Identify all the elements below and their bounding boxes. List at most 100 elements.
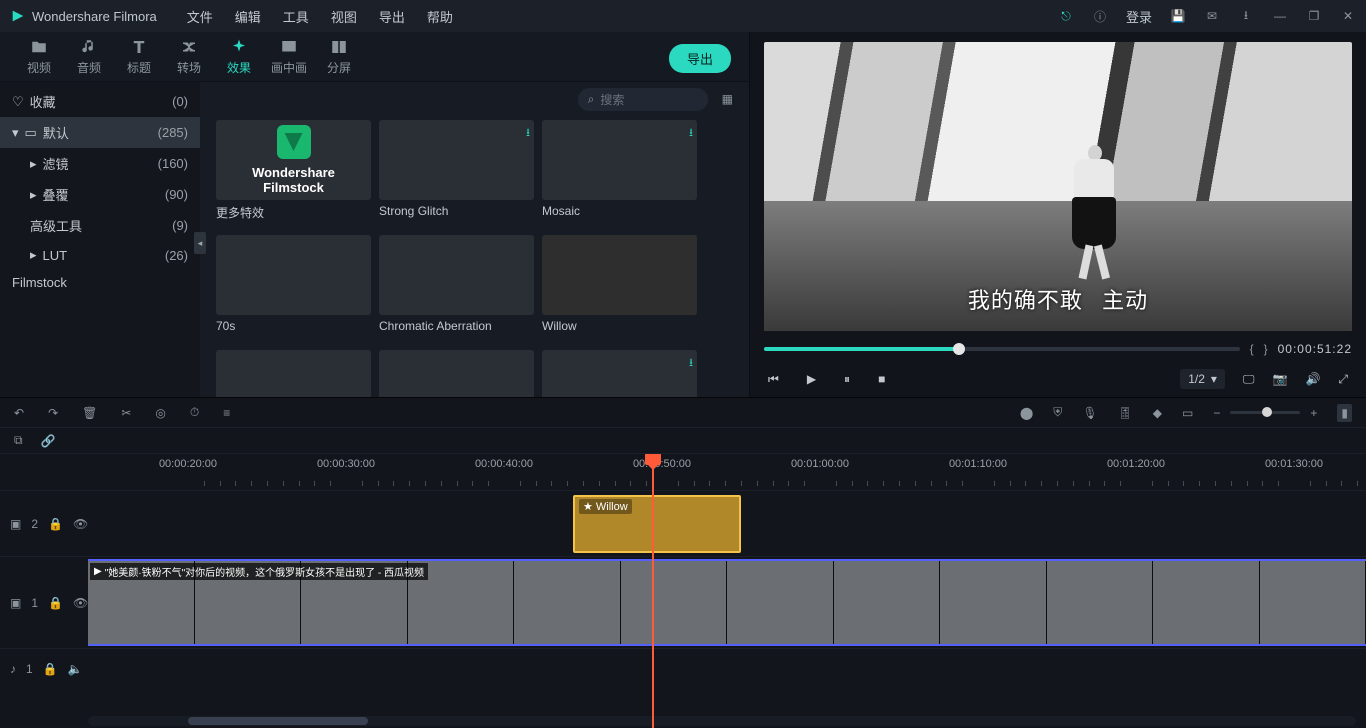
- track-manager-icon[interactable]: ⧉: [14, 433, 23, 448]
- download-icon[interactable]: ⭳: [1238, 8, 1254, 24]
- effect-card-mosaic[interactable]: ⭳ Mosaic: [542, 120, 697, 225]
- seek-bar[interactable]: [764, 347, 1240, 351]
- headset-icon[interactable]: ⎋: [1058, 8, 1074, 24]
- preview-video[interactable]: 我的确不敢 主动: [764, 42, 1352, 331]
- zoom-out-icon[interactable]: −: [1213, 406, 1220, 420]
- mail-icon[interactable]: ✉: [1204, 8, 1220, 24]
- effect-card-chromatic[interactable]: Chromatic Aberration: [379, 235, 534, 340]
- login-button[interactable]: 登录: [1126, 7, 1152, 26]
- display-icon[interactable]: 🖵: [1243, 372, 1255, 387]
- export-button[interactable]: 导出: [669, 44, 731, 73]
- mute-icon[interactable]: 🔈: [68, 662, 83, 676]
- render-icon[interactable]: ▭: [1182, 406, 1193, 420]
- window-minimize-icon[interactable]: —: [1272, 8, 1288, 24]
- tab-pip[interactable]: 画中画: [264, 38, 314, 76]
- save-icon[interactable]: 💾: [1170, 8, 1186, 24]
- loop-in-icon[interactable]: {: [1250, 342, 1254, 356]
- effect-card-extra-3[interactable]: ⭳: [542, 350, 697, 397]
- menu-export[interactable]: 导出: [379, 7, 405, 26]
- stop-icon[interactable]: ■: [878, 372, 885, 387]
- window-restore-icon[interactable]: ❐: [1306, 8, 1322, 24]
- sidebar-item-overlay[interactable]: ▸叠覆 (90): [0, 179, 200, 210]
- chevron-right-icon: ▸: [30, 156, 37, 172]
- timeline-clip-video[interactable]: ▶"她美颜·铁粉不气"对你后的视频，这个俄罗斯女孩不是出现了 - 西瓜视频: [88, 559, 1366, 646]
- fullscreen-icon[interactable]: ⤢: [1338, 372, 1348, 387]
- crop-icon[interactable]: ◎: [155, 406, 165, 420]
- undo-icon[interactable]: ↶: [14, 406, 24, 420]
- loop-out-icon[interactable]: }: [1264, 342, 1268, 356]
- tab-split[interactable]: 分屏: [314, 38, 364, 76]
- sidebar-item-filmstock[interactable]: Filmstock: [0, 269, 200, 296]
- color-icon[interactable]: ⬤: [1020, 406, 1033, 420]
- effect-card-strong-glitch[interactable]: ⭳ Strong Glitch: [379, 120, 534, 225]
- search-input[interactable]: ⌕ 搜索: [578, 88, 708, 111]
- effect-card-willow[interactable]: Willow: [542, 235, 697, 340]
- tab-title[interactable]: 标题: [114, 38, 164, 76]
- delete-icon[interactable]: 🗑: [82, 406, 97, 420]
- menu-file[interactable]: 文件: [187, 7, 213, 26]
- zoom-slider[interactable]: [1230, 411, 1300, 414]
- chevron-down-icon: ▾: [1211, 372, 1217, 386]
- timeline-fit-icon[interactable]: ▮: [1337, 404, 1352, 422]
- info-icon[interactable]: ⓘ: [1092, 8, 1108, 24]
- track-audio: ♪ 1 🔒 🔈: [0, 648, 1366, 688]
- lock-icon[interactable]: 🔒: [43, 662, 58, 676]
- zoom-ratio-dropdown[interactable]: 1/2▾: [1180, 369, 1225, 389]
- sidebar-item-default[interactable]: ▾▭默认 (285): [0, 117, 200, 148]
- menu-edit[interactable]: 编辑: [235, 7, 261, 26]
- download-badge-icon: ⭳: [689, 124, 693, 143]
- tab-audio[interactable]: 音频: [64, 38, 114, 76]
- snapshot-icon[interactable]: 📷: [1272, 372, 1287, 386]
- timeline-zoom: − +: [1213, 406, 1317, 420]
- volume-icon[interactable]: 🔊: [1305, 372, 1320, 386]
- effect-card-70s[interactable]: 70s: [216, 235, 371, 340]
- ruler-tick: 00:01:30:00: [1265, 458, 1323, 470]
- effect-card-extra-2[interactable]: [379, 350, 534, 397]
- timeline-clip-effect[interactable]: ★Willow: [573, 495, 741, 553]
- backward-icon[interactable]: ⏮: [768, 372, 779, 387]
- sidebar-item-lut[interactable]: ▸LUT (26): [0, 241, 200, 269]
- library-pane: 视频 音频 标题 转场 效果 画中画 分屏 导出 ♡收藏 (0) ▾▭默认 (2…: [0, 32, 750, 397]
- zoom-in-icon[interactable]: +: [1310, 406, 1317, 420]
- visibility-icon[interactable]: 👁: [73, 517, 88, 531]
- menu-tools[interactable]: 工具: [283, 7, 309, 26]
- keyframe-icon[interactable]: ◆: [1153, 406, 1162, 420]
- window-close-icon[interactable]: ✕: [1340, 8, 1356, 24]
- playhead[interactable]: [652, 454, 654, 728]
- effect-card-extra-1[interactable]: [216, 350, 371, 397]
- menu-help[interactable]: 帮助: [427, 7, 453, 26]
- cut-icon[interactable]: ✂: [121, 406, 131, 420]
- tab-effect[interactable]: 效果: [214, 38, 264, 76]
- track-index: 1: [26, 662, 33, 676]
- settings-icon[interactable]: ≡: [223, 406, 230, 420]
- sidebar-item-filter[interactable]: ▸滤镜 (160): [0, 148, 200, 179]
- grid-view-icon[interactable]: ▦: [722, 92, 733, 106]
- link-icon[interactable]: 🔗: [41, 434, 56, 448]
- chevron-down-icon: ▾: [12, 125, 19, 141]
- play-icon[interactable]: ▶: [807, 372, 816, 387]
- mic-icon[interactable]: 🎙: [1082, 406, 1097, 420]
- filmstock-logo-icon: [277, 125, 311, 159]
- pip-icon: [280, 38, 298, 56]
- menu-view[interactable]: 视图: [331, 7, 357, 26]
- timeline-scrollbar[interactable]: [88, 716, 1356, 726]
- track-index: 2: [31, 517, 38, 531]
- redo-icon[interactable]: ↷: [48, 406, 58, 420]
- timeline-ruler[interactable]: 00:00:20:0000:00:30:0000:00:40:0000:00:5…: [88, 454, 1366, 490]
- tab-transition[interactable]: 转场: [164, 38, 214, 76]
- tab-video[interactable]: 视频: [14, 38, 64, 76]
- ruler-tick: 00:01:10:00: [949, 458, 1007, 470]
- chevron-right-icon: ▸: [30, 247, 37, 263]
- lock-icon[interactable]: 🔒: [48, 596, 63, 610]
- speed-icon[interactable]: ⏱: [190, 405, 199, 420]
- visibility-icon[interactable]: 👁: [73, 596, 88, 610]
- marker-icon[interactable]: ⛨: [1053, 405, 1062, 420]
- track-type-icon: ▣: [10, 517, 21, 531]
- lock-icon[interactable]: 🔒: [48, 517, 63, 531]
- pause-icon[interactable]: ⏸: [844, 372, 850, 387]
- sidebar-collapse-button[interactable]: ◂: [194, 232, 206, 254]
- sidebar-item-advanced[interactable]: 高级工具 (9): [0, 210, 200, 241]
- effect-card-filmstock[interactable]: Wondershare Filmstock 更多特效: [216, 120, 371, 225]
- sidebar-item-favorites[interactable]: ♡收藏 (0): [0, 86, 200, 117]
- mixer-icon[interactable]: 🎚: [1118, 406, 1133, 420]
